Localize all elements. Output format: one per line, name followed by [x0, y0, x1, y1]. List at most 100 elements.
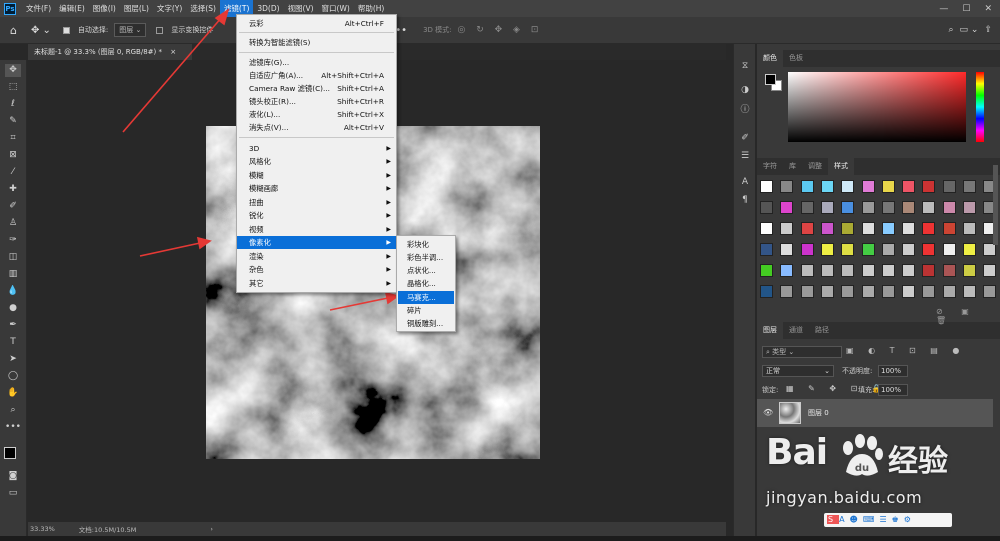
- layer-filter-icons[interactable]: ▣ ◐ T ⊡ ▤ ●: [846, 346, 965, 355]
- submenu-other[interactable]: 其它 ▶: [237, 277, 396, 290]
- style-swatch[interactable]: [820, 180, 834, 193]
- style-swatch[interactable]: [861, 180, 875, 193]
- style-swatch[interactable]: [760, 201, 773, 214]
- style-swatch[interactable]: [780, 180, 794, 193]
- style-swatch[interactable]: [902, 222, 916, 235]
- style-swatch[interactable]: [841, 201, 855, 214]
- menu-item-crystallize[interactable]: 晶格化...: [398, 277, 454, 290]
- menu-item-convert-smart[interactable]: 转换为智能滤镜(S): [237, 36, 396, 49]
- submenu-stylize[interactable]: 风格化 ▶: [237, 155, 396, 168]
- style-swatch[interactable]: [841, 180, 855, 193]
- style-swatch[interactable]: [861, 285, 875, 298]
- style-swatch[interactable]: [942, 180, 956, 193]
- submenu-blur[interactable]: 模糊 ▶: [237, 169, 396, 182]
- menu-item-liquify[interactable]: 液化(L)... Shift+Ctrl+X: [237, 108, 396, 121]
- blend-mode-select[interactable]: 正常 ⌄: [762, 365, 834, 377]
- style-swatch[interactable]: [881, 201, 895, 214]
- style-swatch[interactable]: [820, 285, 834, 298]
- style-swatch[interactable]: [942, 222, 956, 235]
- opacity-field[interactable]: 100%: [878, 365, 908, 377]
- style-swatch[interactable]: [760, 285, 773, 298]
- tab-paths[interactable]: 路径: [809, 322, 835, 339]
- submenu-blur-gallery[interactable]: 模糊画廊 ▶: [237, 182, 396, 195]
- style-swatch[interactable]: [963, 222, 976, 235]
- style-swatch[interactable]: [780, 243, 794, 256]
- style-swatch[interactable]: [902, 201, 916, 214]
- style-swatch[interactable]: [881, 180, 895, 193]
- menu-item-filter-gallery[interactable]: 滤镜库(G)...: [237, 56, 396, 69]
- color-picker-field[interactable]: [788, 72, 966, 142]
- style-swatch[interactable]: [922, 243, 936, 256]
- properties-panel-icon[interactable]: ◑: [739, 84, 751, 96]
- style-swatch[interactable]: [881, 243, 895, 256]
- tab-swatches[interactable]: 色板: [783, 50, 809, 67]
- style-swatch[interactable]: [942, 285, 956, 298]
- menu-item-lens-correction[interactable]: 镜头校正(R)... Shift+Ctrl+R: [237, 95, 396, 108]
- menu-item-facet[interactable]: 彩块化: [398, 238, 454, 251]
- menu-item-mezzotint[interactable]: 铜版雕刻...: [398, 317, 454, 330]
- menu-item-pointillize[interactable]: 点状化...: [398, 264, 454, 277]
- adjust-panel-icon[interactable]: ☰: [739, 150, 751, 162]
- style-swatch[interactable]: [760, 222, 773, 235]
- menu-item-clouds[interactable]: 云彩 Alt+Ctrl+F: [237, 17, 396, 30]
- style-swatch[interactable]: [902, 243, 916, 256]
- style-swatch[interactable]: [963, 243, 976, 256]
- tab-layers[interactable]: 图层: [757, 322, 783, 339]
- tab-library[interactable]: 库: [783, 158, 802, 175]
- character-panel-icon[interactable]: A: [739, 176, 751, 188]
- style-swatch[interactable]: [780, 201, 794, 214]
- style-swatch[interactable]: [963, 285, 976, 298]
- fill-field[interactable]: 100%: [878, 384, 908, 396]
- style-swatch[interactable]: [861, 222, 875, 235]
- style-swatch[interactable]: [820, 264, 834, 277]
- menu-item-mosaic[interactable]: 马赛克...: [398, 291, 454, 304]
- style-swatch[interactable]: [841, 222, 855, 235]
- style-swatch[interactable]: [800, 222, 814, 235]
- style-swatch[interactable]: [760, 264, 773, 277]
- tab-styles[interactable]: 样式: [828, 158, 854, 175]
- style-swatch[interactable]: [983, 285, 997, 298]
- style-swatch[interactable]: [820, 243, 834, 256]
- tab-channels[interactable]: 通道: [783, 322, 809, 339]
- panel-scrollbar[interactable]: [993, 165, 998, 245]
- style-swatch[interactable]: [820, 201, 834, 214]
- style-swatch[interactable]: [760, 180, 773, 193]
- style-swatch[interactable]: [963, 180, 976, 193]
- menu-item-vanishing-point[interactable]: 消失点(V)... Alt+Ctrl+V: [237, 121, 396, 134]
- styles-footer-icons[interactable]: ⊘ ▣ 🗑: [936, 307, 1000, 325]
- style-swatch[interactable]: [800, 180, 814, 193]
- hue-slider[interactable]: [976, 72, 984, 142]
- style-swatch[interactable]: [902, 285, 916, 298]
- brush-panel-icon[interactable]: ✐: [739, 132, 751, 144]
- submenu-sharpen[interactable]: 锐化 ▶: [237, 209, 396, 222]
- style-swatch[interactable]: [942, 264, 956, 277]
- style-swatch[interactable]: [760, 243, 773, 256]
- tab-color[interactable]: 颜色: [757, 50, 783, 67]
- tab-character[interactable]: 字符: [757, 158, 783, 175]
- paragraph-panel-icon[interactable]: ¶: [739, 194, 751, 206]
- style-swatch[interactable]: [841, 243, 855, 256]
- history-panel-icon[interactable]: ⧖: [739, 60, 751, 72]
- menu-item-adaptive-wide[interactable]: 自适应广角(A)... Alt+Shift+Ctrl+A: [237, 69, 396, 82]
- visibility-eye-icon[interactable]: 👁: [763, 408, 773, 417]
- menu-item-camera-raw[interactable]: Camera Raw 滤镜(C)... Shift+Ctrl+A: [237, 82, 396, 95]
- style-swatch[interactable]: [861, 264, 875, 277]
- submenu-distort[interactable]: 扭曲 ▶: [237, 196, 396, 209]
- submenu-3d[interactable]: 3D ▶: [237, 142, 396, 155]
- menu-item-fragment[interactable]: 碎片: [398, 304, 454, 317]
- ime-toolbar[interactable]: SA☻⌨☰♚⚙: [824, 513, 952, 527]
- style-swatch[interactable]: [922, 285, 936, 298]
- style-swatch[interactable]: [800, 201, 814, 214]
- submenu-render[interactable]: 渲染 ▶: [237, 250, 396, 263]
- style-swatch[interactable]: [861, 201, 875, 214]
- style-swatch[interactable]: [780, 222, 794, 235]
- style-swatch[interactable]: [820, 222, 834, 235]
- style-swatch[interactable]: [841, 264, 855, 277]
- style-swatch[interactable]: [800, 285, 814, 298]
- fg-color-chip[interactable]: [765, 74, 776, 85]
- style-swatch[interactable]: [881, 222, 895, 235]
- style-swatch[interactable]: [881, 285, 895, 298]
- style-swatch[interactable]: [922, 201, 936, 214]
- style-swatch[interactable]: [963, 264, 976, 277]
- layer-filter-kind[interactable]: ⌕ 类型 ⌄: [762, 346, 842, 358]
